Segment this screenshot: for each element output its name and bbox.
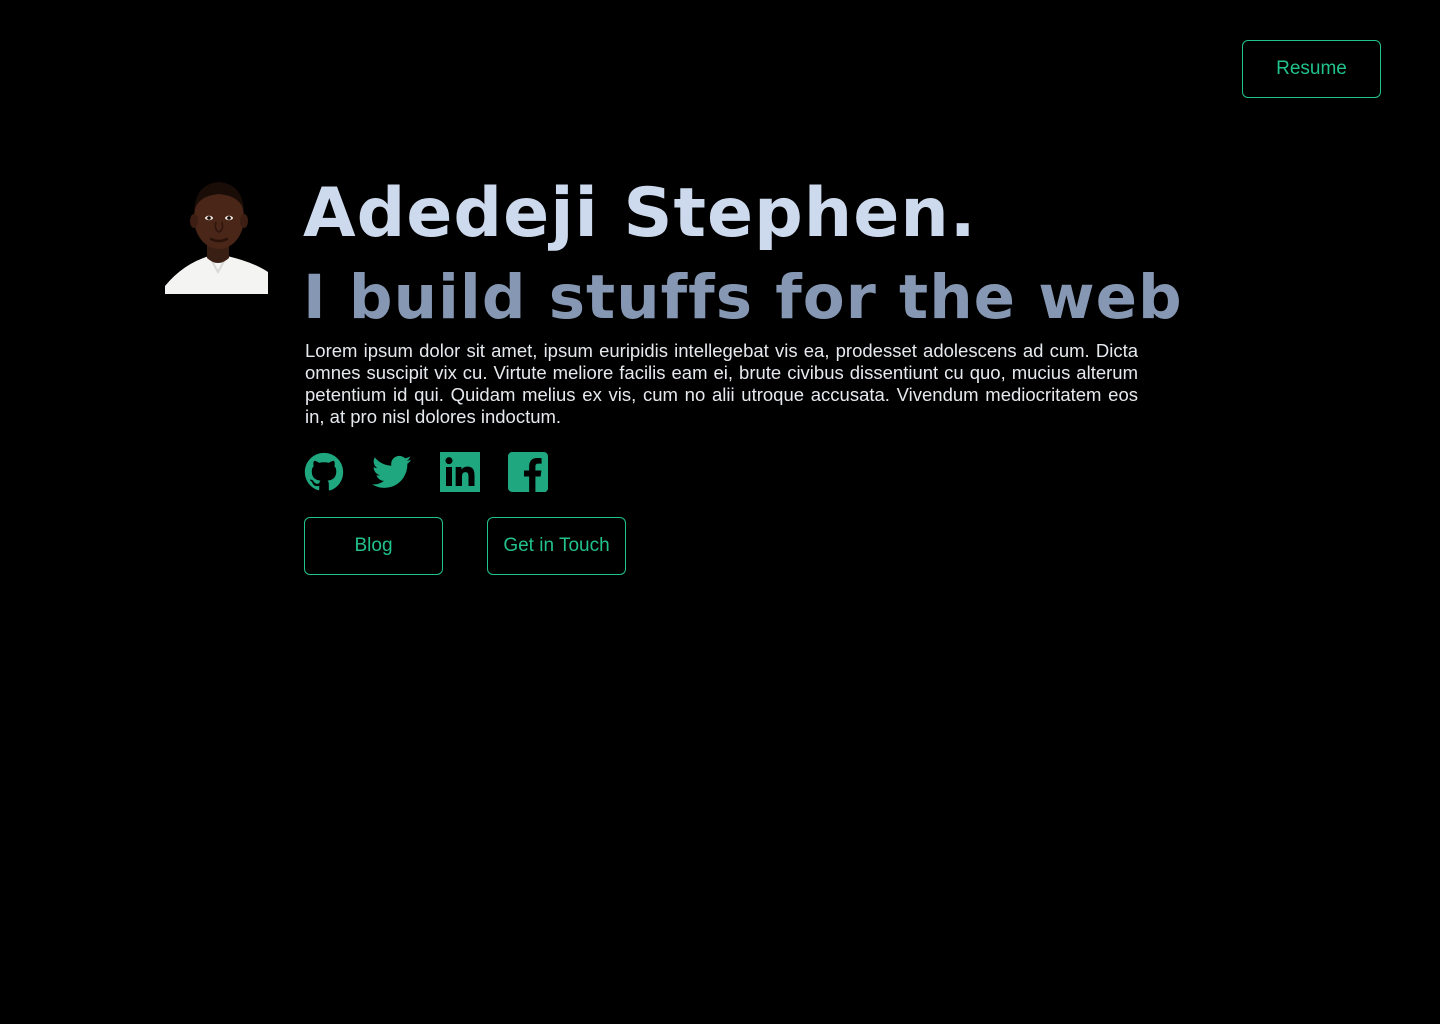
twitter-link[interactable] [372,452,412,492]
facebook-icon [508,452,548,492]
blog-button[interactable]: Blog [304,517,443,575]
social-links [304,452,548,492]
linkedin-icon [440,452,480,492]
profile-photo [165,176,268,294]
github-icon [304,452,344,491]
resume-button[interactable]: Resume [1242,40,1381,98]
github-link[interactable] [304,452,344,492]
linkedin-link[interactable] [440,452,480,492]
profile-photo-portrait [165,176,268,294]
hero-name: Adedeji Stephen. [303,174,977,253]
hero-bio: Lorem ipsum dolor sit amet, ipsum euripi… [305,340,1138,427]
get-in-touch-button[interactable]: Get in Touch [487,517,626,575]
facebook-link[interactable] [508,452,548,492]
hero-tagline: I build stuffs for the web [303,262,1183,333]
twitter-icon [372,455,412,488]
portfolio-page: Resume Adedeji Stephen. I build stuffs f… [0,0,1440,1024]
